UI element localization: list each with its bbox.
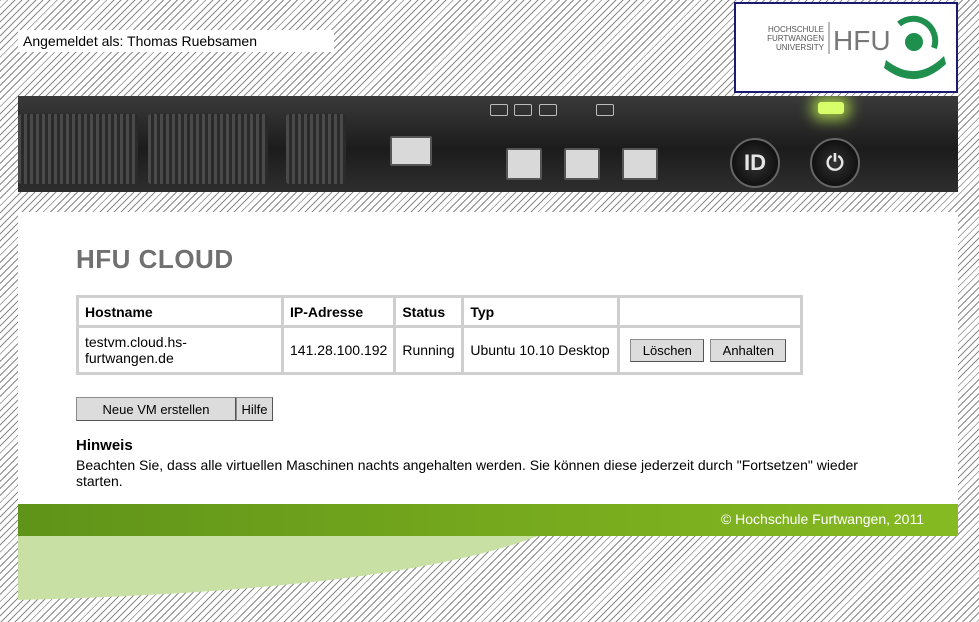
help-button[interactable]: Hilfe <box>236 397 273 421</box>
column-header-actions <box>620 298 801 325</box>
usb-port-icon <box>622 148 658 180</box>
column-header-hostname: Hostname <box>79 298 281 325</box>
footer-bar: © Hochschule Furtwangen, 2011 <box>18 504 958 536</box>
create-vm-button[interactable]: Neue VM erstellen <box>76 397 236 421</box>
server-banner: ID ⏻ <box>18 96 958 192</box>
logo-wordmark: HFU <box>833 25 891 56</box>
logo-line-3: UNIVERSITY <box>776 43 825 52</box>
rack-grille-right <box>286 114 346 184</box>
table-header-row: Hostname IP-Adresse Status Typ <box>79 298 801 325</box>
usb-port-icon <box>506 148 542 180</box>
cell-type: Ubuntu 10.10 Desktop <box>464 328 618 372</box>
stop-vm-button[interactable]: Anhalten <box>710 338 787 362</box>
cpu-led-icon <box>490 104 508 116</box>
column-header-status: Status <box>396 298 462 325</box>
cell-hostname: testvm.cloud.hs-furtwangen.de <box>79 328 281 372</box>
column-header-ip: IP-Adresse <box>284 298 394 325</box>
cell-actions: Löschen Anhalten <box>620 328 801 372</box>
logged-in-user: Angemeldet als: Thomas Ruebsamen <box>18 30 334 52</box>
vga-port-icon <box>390 136 432 166</box>
table-row: testvm.cloud.hs-furtwangen.de 141.28.100… <box>79 328 801 372</box>
mem-led-icon <box>514 104 532 116</box>
usb-port-icon <box>564 148 600 180</box>
delete-vm-button[interactable]: Löschen <box>630 338 705 362</box>
footer-copyright: © Hochschule Furtwangen, 2011 <box>720 511 924 527</box>
page-title: HFU CLOUD <box>76 244 234 274</box>
hfu-logo[interactable]: HOCHSCHULE FURTWANGEN UNIVERSITY HFU <box>734 2 958 93</box>
status-led <box>818 102 844 114</box>
vm-actions: Neue VM erstellen Hilfe <box>76 397 273 421</box>
power-icon: ⏻ <box>810 138 860 188</box>
cell-status: Running <box>396 328 462 372</box>
logo-line-1: HOCHSCHULE <box>768 25 824 34</box>
logo-line-2: FURTWANGEN <box>767 34 824 43</box>
pci-led-icon <box>539 104 557 116</box>
id-button-icon: ID <box>730 138 780 188</box>
hint-title: Hinweis <box>76 437 133 454</box>
rack-grille-middle <box>148 114 268 184</box>
rack-grille-left <box>18 114 138 184</box>
hint-text: Beachten Sie, dass alle virtuellen Masch… <box>76 457 858 489</box>
css-led-icon <box>596 104 614 116</box>
cell-ip: 141.28.100.192 <box>284 328 394 372</box>
logged-in-text: Angemeldet als: Thomas Ruebsamen <box>23 33 257 49</box>
column-header-type: Typ <box>464 298 618 325</box>
main-content: HFU CLOUD Hostname IP-Adresse Status Typ… <box>18 212 958 504</box>
hfu-logo-icon: HOCHSCHULE FURTWANGEN UNIVERSITY HFU <box>767 15 946 80</box>
vm-table: Hostname IP-Adresse Status Typ testvm.cl… <box>76 295 804 375</box>
